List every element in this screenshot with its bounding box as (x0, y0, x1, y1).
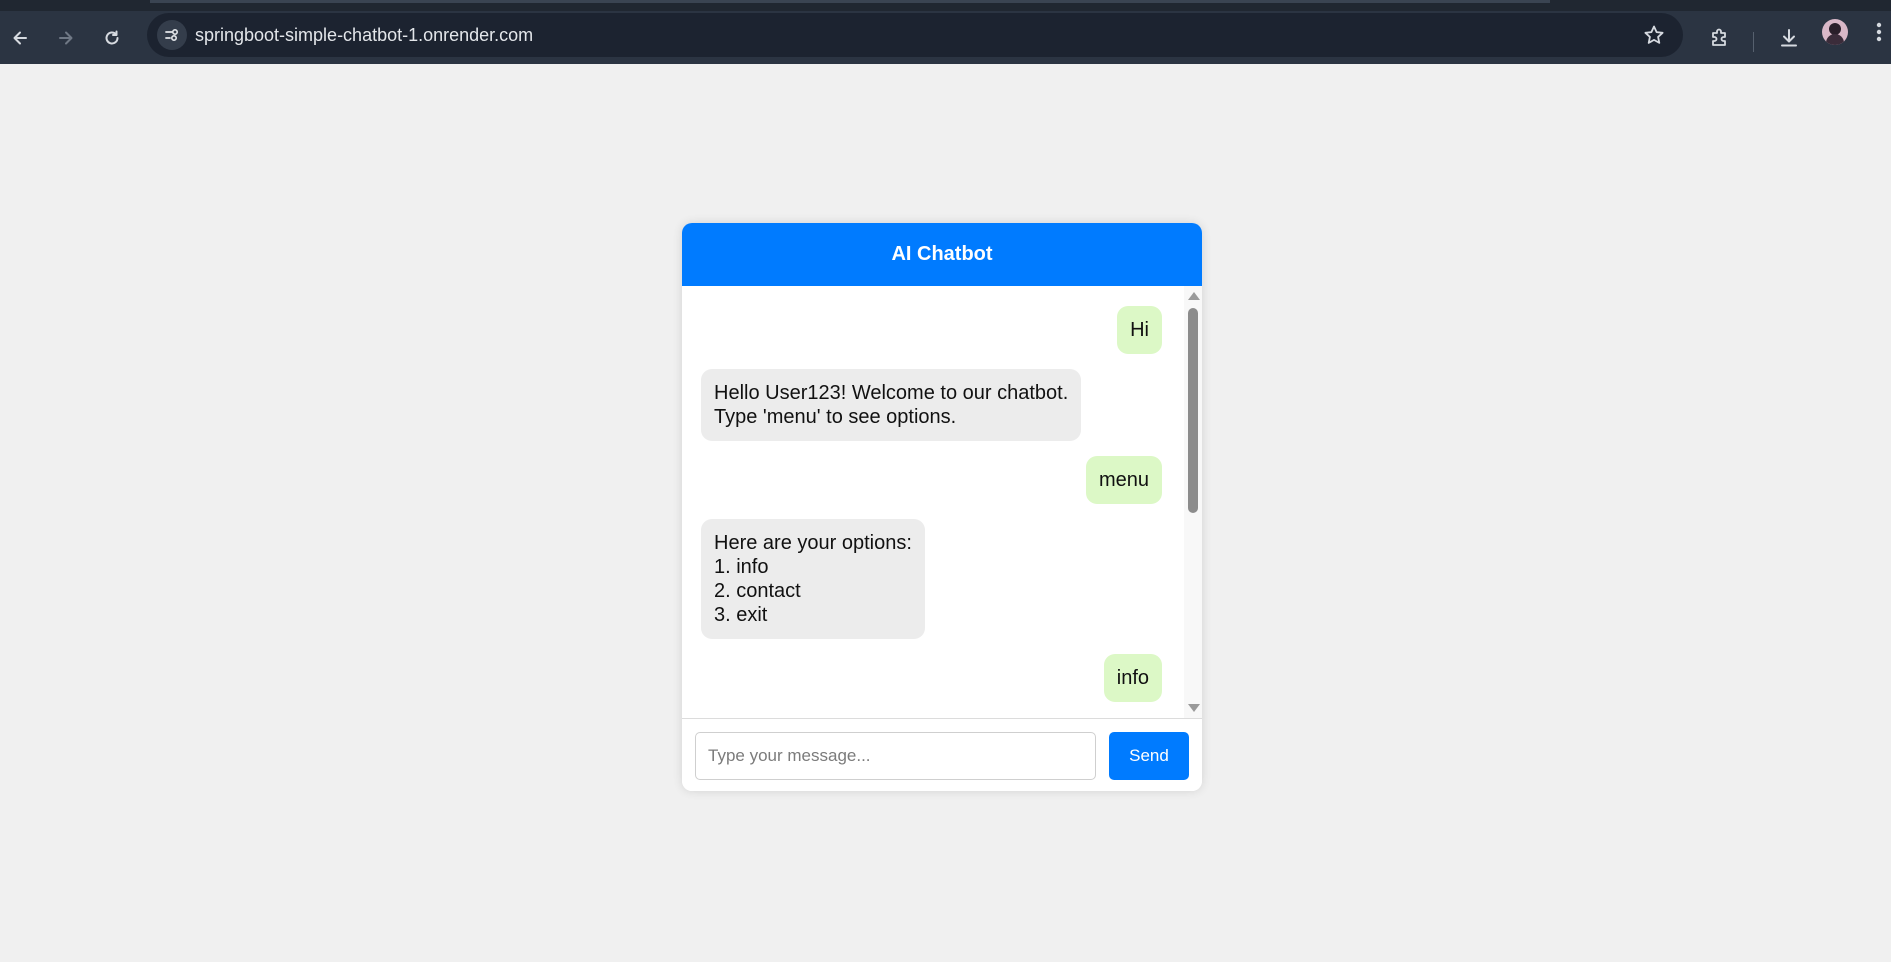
tab-strip (0, 0, 1891, 11)
chat-scrollbar[interactable] (1184, 286, 1202, 718)
scroll-down-arrow-icon[interactable] (1188, 704, 1200, 712)
browser-chrome: springboot-simple-chatbot-1.onrender.com (0, 0, 1891, 64)
user-message: info (1103, 654, 1162, 702)
user-message: menu (1085, 456, 1162, 504)
user-message: Hi (1117, 306, 1162, 354)
tune-icon[interactable] (157, 20, 187, 50)
tab-strip-edge (150, 0, 1550, 3)
scrollbar-thumb[interactable] (1188, 308, 1198, 513)
avatar[interactable] (1822, 19, 1848, 45)
scroll-up-arrow-icon[interactable] (1188, 292, 1200, 300)
chat-container: AI Chatbot Hi Hello User123! Welcome to … (682, 223, 1202, 791)
puzzle-icon[interactable] (1705, 23, 1735, 53)
arrow-right-icon[interactable] (49, 21, 83, 55)
browser-toolbar: springboot-simple-chatbot-1.onrender.com (0, 11, 1891, 64)
message-input[interactable] (695, 732, 1096, 780)
chat-header: AI Chatbot (682, 223, 1202, 286)
avatar-body (1826, 34, 1844, 45)
kebab-menu-icon[interactable] (1876, 21, 1882, 43)
arrow-left-icon[interactable] (3, 21, 37, 55)
toolbar-divider (1753, 32, 1754, 52)
url-text[interactable]: springboot-simple-chatbot-1.onrender.com (195, 25, 533, 45)
reload-icon[interactable] (95, 21, 129, 55)
bot-message: Hello User123! Welcome to our chatbot. T… (701, 369, 1082, 441)
download-icon[interactable] (1774, 23, 1804, 53)
chat-messages[interactable]: Hi Hello User123! Welcome to our chatbot… (682, 286, 1202, 718)
bot-message: Here are your options: 1. info 2. contac… (701, 519, 925, 639)
address-bar[interactable]: springboot-simple-chatbot-1.onrender.com (147, 13, 1683, 57)
chat-title: AI Chatbot (891, 243, 993, 265)
star-icon[interactable] (1643, 24, 1665, 46)
chat-input-area: Send (682, 718, 1202, 791)
send-button[interactable]: Send (1109, 732, 1189, 780)
